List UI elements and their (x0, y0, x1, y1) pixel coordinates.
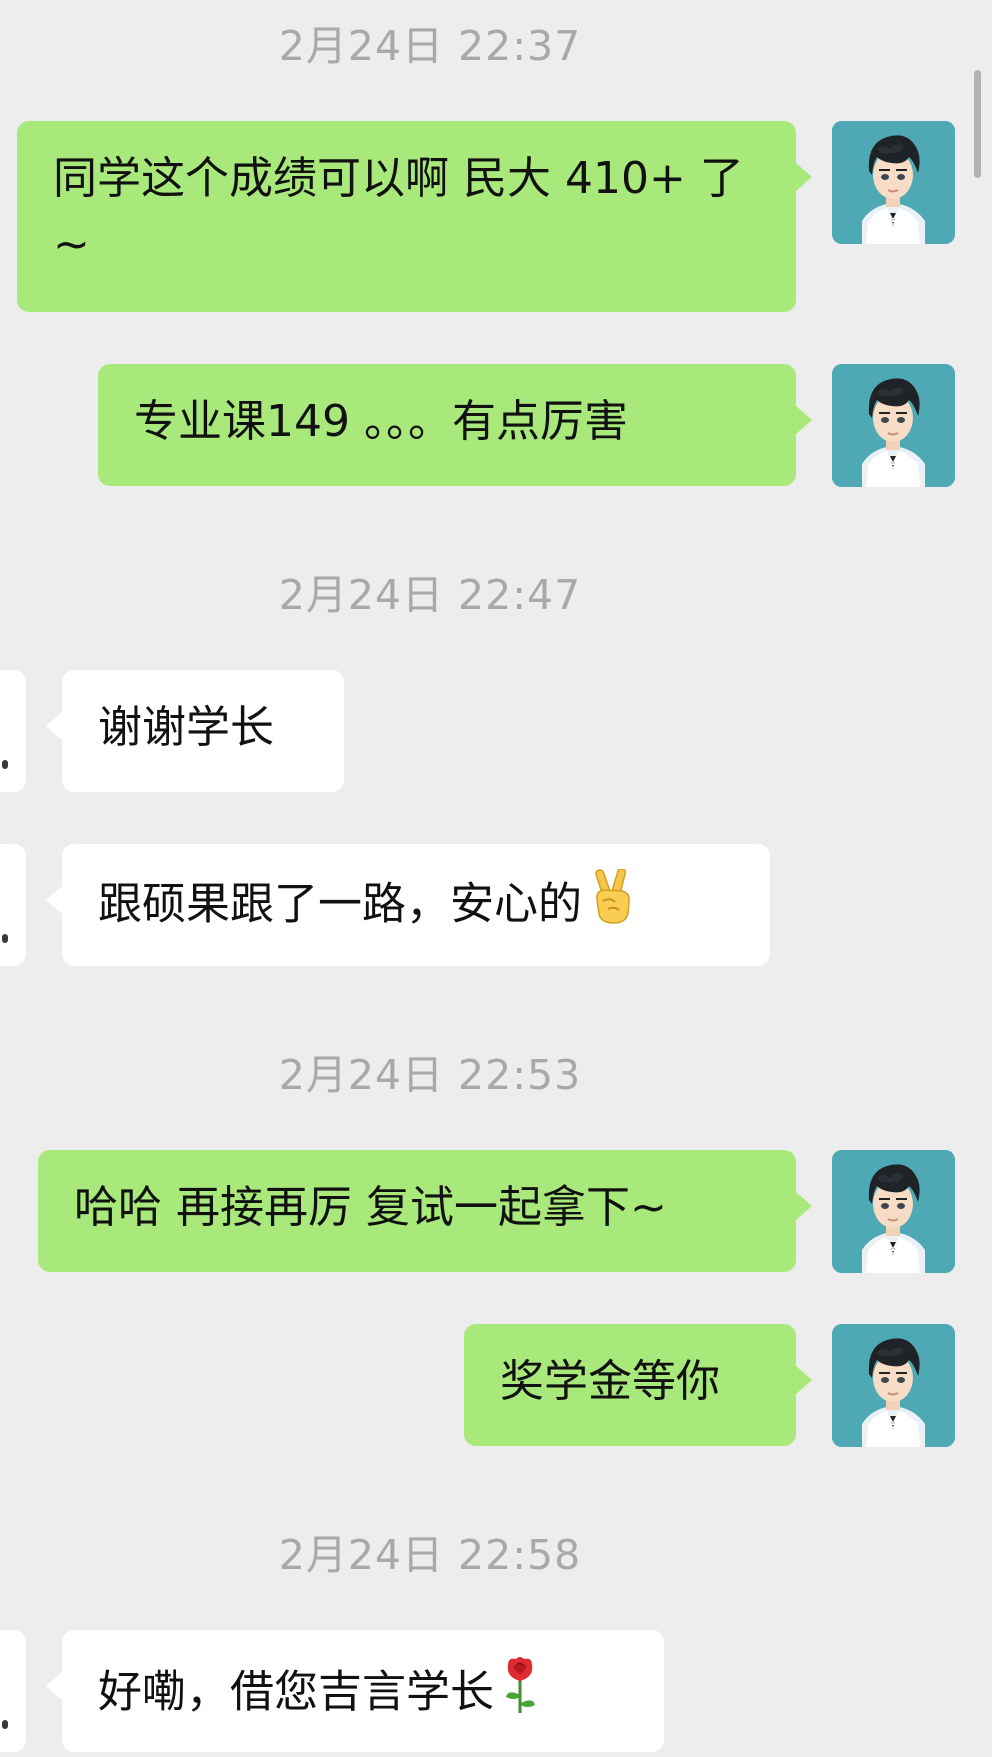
message-bubble-incoming[interactable]: 好嘞，借您吉言学长 (46, 1630, 664, 1752)
avatar[interactable]: 坤学长 (832, 364, 955, 487)
chat-area[interactable]: 2月24日 22:37 同学这个成绩可以啊 民大 410+ 了~ 坤学长 专业课… (0, 0, 992, 1757)
message-bubble-outgoing[interactable]: 哈哈 再接再厉 复试一起拿下~ (38, 1150, 812, 1272)
victory-hand-emoji-icon (588, 868, 638, 944)
avatar[interactable]: 坤学长 (832, 121, 955, 244)
avatar-caption: 坤学长 (871, 462, 916, 478)
message-text: 谢谢学长 (98, 702, 274, 753)
message-text: 同学这个成绩可以啊 民大 410+ 了~ (53, 153, 744, 270)
timestamp: 2月24日 22:53 (278, 1051, 582, 1099)
message-text: 好嘞，借您吉言学长 (98, 1666, 494, 1718)
scrollbar[interactable] (974, 70, 981, 178)
timestamp: 2月24日 22:58 (278, 1531, 582, 1579)
message-text: 专业课149 。。。有点厉害 (134, 396, 628, 447)
message-text: 奖学金等你 (500, 1356, 720, 1407)
rose-emoji-icon (500, 1655, 540, 1734)
message-text: 跟硕果跟了一路，安心的 (98, 878, 582, 930)
peer-avatar-partial[interactable] (0, 1630, 26, 1752)
message-bubble-outgoing[interactable]: 奖学金等你 (464, 1324, 812, 1446)
message-bubble-outgoing[interactable]: 同学这个成绩可以啊 民大 410+ 了~ (17, 121, 812, 312)
avatar-caption: 坤学长 (871, 219, 916, 235)
message-bubble-outgoing[interactable]: 专业课149 。。。有点厉害 (98, 364, 812, 486)
avatar[interactable]: 坤学长 (832, 1150, 955, 1273)
avatar-caption: 坤学长 (871, 1422, 916, 1438)
message-bubble-incoming[interactable]: 跟硕果跟了一路，安心的 (46, 844, 770, 966)
avatar-caption: 坤学长 (871, 1248, 916, 1264)
timestamp: 2月24日 22:37 (278, 22, 582, 70)
message-text: 哈哈 再接再厉 复试一起拿下~ (74, 1182, 667, 1233)
peer-avatar-partial[interactable] (0, 844, 26, 966)
timestamp: 2月24日 22:47 (278, 571, 582, 619)
message-bubble-incoming[interactable]: 谢谢学长 (46, 670, 344, 792)
avatar[interactable]: 坤学长 (832, 1324, 955, 1447)
peer-avatar-partial[interactable] (0, 670, 26, 792)
